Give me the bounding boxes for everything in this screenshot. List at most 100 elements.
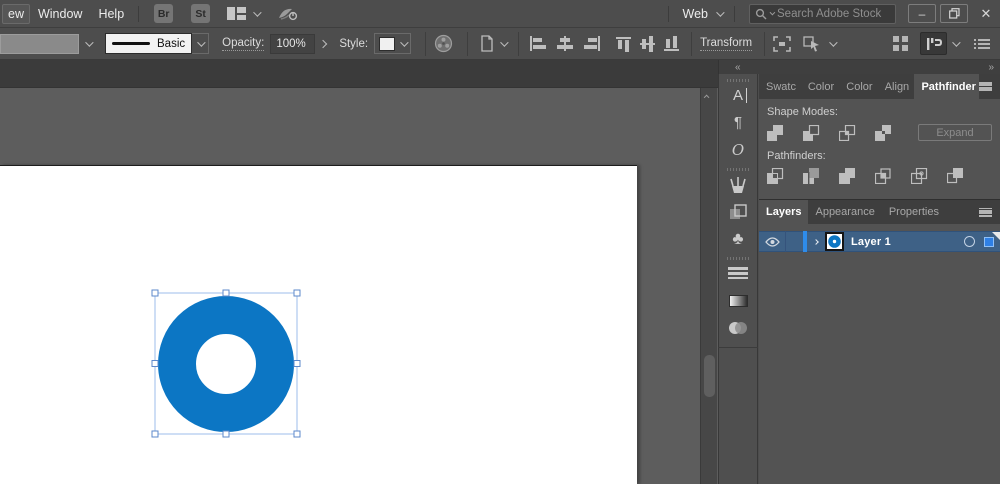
stroke-style-chevron-button[interactable] [192, 33, 209, 54]
chevron-down-icon[interactable] [952, 38, 960, 46]
search-input[interactable] [777, 8, 890, 20]
minus-back-button[interactable] [947, 168, 964, 184]
select-similar-icon[interactable] [803, 36, 823, 52]
layer-thumbnail[interactable] [825, 232, 844, 251]
menu-window[interactable]: Window [30, 4, 90, 24]
target-circle-icon[interactable] [964, 236, 975, 247]
workspace-layout-button[interactable] [920, 32, 947, 55]
crop-button[interactable] [875, 168, 892, 184]
chevron-down-icon[interactable] [500, 38, 508, 46]
expand-button[interactable]: Expand [918, 124, 992, 141]
trim-button[interactable] [803, 168, 820, 184]
menu-list-icon[interactable] [974, 38, 990, 50]
bridge-button[interactable]: Br [154, 4, 173, 23]
restore-button[interactable] [940, 4, 968, 23]
document-setup-icon[interactable] [478, 35, 495, 52]
panel-group: Swatc Color Color Align Pathfinder Shape… [759, 74, 1000, 484]
donut-ring[interactable] [177, 315, 275, 413]
chevron-down-icon[interactable] [85, 38, 93, 46]
hamburger-icon [979, 208, 992, 217]
character-panel-icon[interactable]: A [721, 82, 755, 109]
corner-notch [992, 232, 1000, 240]
layer-name[interactable]: Layer 1 [851, 236, 964, 248]
tab-swatches[interactable]: Swatc [759, 74, 801, 99]
workspace-switcher-icon[interactable] [227, 7, 246, 20]
opentype-panel-icon[interactable]: O [721, 136, 755, 163]
panel-menu-button[interactable] [979, 74, 1000, 99]
align-horizontal-center-button[interactable] [556, 36, 574, 51]
fill-color-swatch[interactable] [0, 34, 79, 54]
chevron-down-icon [400, 38, 408, 46]
layers-tab-bar: Layers Appearance Properties [759, 199, 1000, 224]
divider [425, 32, 426, 56]
tab-align[interactable]: Align [878, 74, 915, 99]
outline-button[interactable] [911, 168, 928, 184]
opacity-input[interactable] [270, 34, 315, 54]
layer-row[interactable]: Layer 1 [759, 231, 1000, 252]
unite-button[interactable] [767, 125, 784, 141]
stock-button[interactable]: St [191, 4, 210, 23]
align-vertical-center-button[interactable] [640, 36, 655, 52]
align-bottom-button[interactable] [664, 36, 679, 52]
stroke-style-dropdown[interactable]: Basic [105, 33, 192, 54]
pathfinders-label: Pathfinders: [767, 150, 992, 162]
merge-button[interactable] [839, 168, 856, 184]
arrange-documents-icon[interactable] [893, 36, 908, 51]
gpu-performance-icon[interactable] [277, 6, 298, 21]
brushes-panel-icon[interactable] [721, 171, 755, 198]
selected-donut-shape[interactable] [148, 286, 306, 444]
tab-appearance[interactable]: Appearance [808, 200, 881, 224]
expand-layer-chevron[interactable] [807, 240, 825, 244]
document-tab-strip [0, 60, 718, 88]
stroke-panel-icon[interactable] [721, 260, 755, 287]
exclude-button[interactable] [875, 125, 892, 141]
align-top-button[interactable] [616, 36, 631, 52]
chevron-down-icon[interactable] [716, 8, 724, 16]
opacity-link[interactable]: Opacity: [222, 37, 264, 51]
symbols-panel-icon[interactable]: ♣ [721, 225, 755, 252]
collapsed-panel-dock: A ¶ O ♣ [718, 74, 758, 484]
close-button[interactable]: ✕ [972, 4, 1000, 23]
transparency-panel-icon[interactable] [721, 314, 755, 341]
graphic-style-dropdown[interactable] [374, 33, 411, 54]
minimize-button[interactable]: – [908, 4, 936, 23]
hamburger-icon [979, 82, 992, 91]
artboard[interactable] [0, 165, 637, 484]
intersect-button[interactable] [839, 125, 856, 141]
transform-link[interactable]: Transform [700, 37, 752, 51]
panel-menu-button[interactable] [979, 200, 1000, 224]
chevron-down-icon[interactable] [829, 38, 837, 46]
minus-front-button[interactable] [803, 125, 820, 141]
panel-dock-header: « » [718, 60, 1000, 74]
scroll-up-arrow[interactable] [704, 95, 710, 101]
expand-dock-arrow[interactable]: » [988, 62, 994, 73]
menu-view[interactable]: ew [2, 4, 30, 24]
collapse-dock-arrow[interactable]: « [735, 62, 741, 73]
divide-button[interactable] [767, 168, 784, 184]
recolor-artwork-icon[interactable] [434, 34, 453, 53]
tab-pathfinder[interactable]: Pathfinder [914, 74, 979, 99]
restore-icon [949, 8, 960, 19]
opacity-expand-button[interactable] [315, 34, 331, 54]
tab-color[interactable]: Color [801, 74, 839, 99]
graphic-styles-panel-icon[interactable] [721, 198, 755, 225]
tab-color-guide[interactable]: Color [839, 74, 877, 99]
tab-layers[interactable]: Layers [759, 200, 808, 224]
stroke-preview [112, 42, 150, 45]
pathfinder-tab-bar: Swatc Color Color Align Pathfinder [759, 74, 1000, 99]
paragraph-panel-icon[interactable]: ¶ [721, 109, 755, 136]
tab-properties[interactable]: Properties [882, 200, 946, 224]
align-left-button[interactable] [529, 36, 547, 51]
scale-corners-icon[interactable] [773, 36, 791, 52]
gradient-panel-icon[interactable] [721, 287, 755, 314]
align-right-button[interactable] [583, 36, 601, 51]
stock-search-box[interactable] [749, 4, 896, 24]
profile-select[interactable]: Web [675, 4, 716, 24]
vertical-scrollbar[interactable] [700, 88, 717, 484]
visibility-eye-icon[interactable] [759, 237, 785, 247]
scrollbar-thumb[interactable] [704, 355, 715, 397]
pathfinder-panel: Shape Modes: Expand Pathfinders: [759, 99, 1000, 199]
chevron-down-icon[interactable] [253, 8, 261, 16]
divider [764, 32, 765, 56]
menu-help[interactable]: Help [90, 4, 132, 24]
